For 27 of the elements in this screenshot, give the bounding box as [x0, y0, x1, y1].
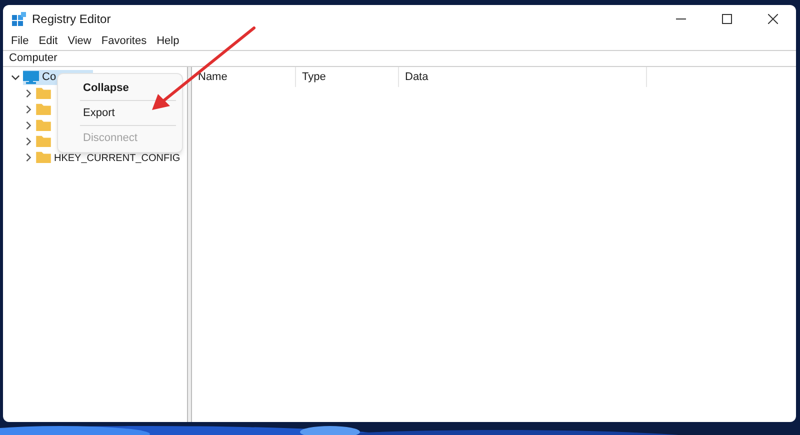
folder-icon [36, 135, 51, 147]
chevron-right-icon[interactable] [24, 120, 33, 130]
context-menu-item[interactable]: Export [58, 101, 182, 125]
maximize-icon [722, 14, 732, 24]
menu-item[interactable]: Edit [38, 33, 58, 50]
chevron-right-icon[interactable] [24, 152, 33, 162]
tree-item[interactable]: HKEY_CURRENT_CONFIG [54, 150, 180, 166]
folder-icon [36, 119, 51, 131]
monitor-icon [23, 70, 39, 84]
column-header[interactable]: Type [296, 67, 399, 87]
column-header[interactable]: Data [399, 67, 647, 87]
menu-item[interactable]: File [11, 33, 29, 50]
chevron-right-icon[interactable] [24, 104, 33, 114]
menu-item[interactable]: View [68, 33, 92, 50]
chevron-right-icon[interactable] [24, 88, 33, 98]
menu-item[interactable]: Help [156, 33, 180, 50]
menu-item[interactable]: Favorites [101, 33, 147, 50]
folder-icon [36, 151, 51, 163]
close-icon [768, 14, 778, 24]
registry-icon [12, 12, 26, 26]
chevron-down-icon[interactable] [11, 72, 20, 82]
address-field[interactable]: Computer [3, 50, 796, 67]
chevron-right-icon[interactable] [24, 136, 33, 146]
folder-icon [36, 103, 51, 115]
column-header[interactable]: Name [192, 67, 296, 87]
window-title: Registry Editor [32, 11, 111, 28]
folder-icon [36, 87, 51, 99]
